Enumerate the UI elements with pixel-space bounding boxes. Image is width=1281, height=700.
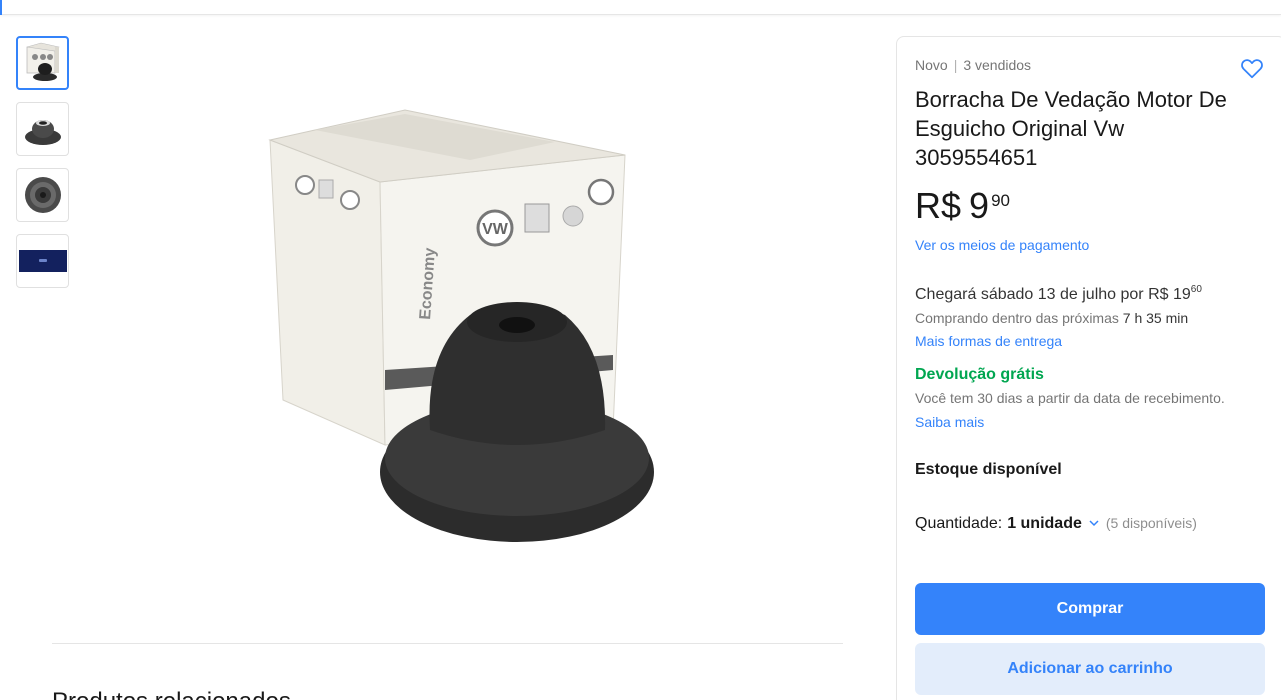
rubber-seal-side-thumbnail-icon bbox=[24, 120, 61, 145]
rubber-seal-top-thumbnail-icon bbox=[24, 177, 61, 213]
shipping-arrival-cents: 60 bbox=[1190, 284, 1202, 295]
shipping-arrival-text: Chegará sábado 13 de julho por R$ 19 bbox=[915, 286, 1191, 303]
shipping-deadline-text: Comprando dentro das próximas bbox=[915, 310, 1119, 326]
price-currency: R$ bbox=[915, 185, 962, 226]
thumbnail-gallery bbox=[16, 36, 71, 300]
content-divider bbox=[52, 643, 843, 644]
condition-and-sales: Novo | 3 vendidos bbox=[915, 57, 1031, 73]
thumbnail-3[interactable] bbox=[16, 168, 69, 222]
free-return-title: Devolução grátis bbox=[915, 366, 1044, 383]
thumbnail-1[interactable] bbox=[16, 36, 69, 90]
learn-more-link[interactable]: Saiba mais bbox=[915, 414, 984, 430]
related-products-title: Produtos relacionados bbox=[52, 688, 291, 700]
shipping-arrival: Chegará sábado 13 de julho por R$ 1960 bbox=[915, 284, 1202, 304]
stock-status: Estoque disponível bbox=[915, 461, 1062, 478]
chevron-down-icon[interactable] bbox=[1088, 517, 1100, 529]
quantity-available: (5 disponíveis) bbox=[1105, 515, 1197, 531]
product-box-thumbnail-icon bbox=[26, 42, 60, 81]
top-header-strip bbox=[0, 0, 1281, 15]
buy-box-panel: Novo | 3 vendidos Borracha De Vedação Moto… bbox=[896, 36, 1281, 700]
quantity-label: Quantidade: bbox=[915, 515, 1003, 532]
price: R$ 9 90 bbox=[915, 185, 1010, 227]
heart-icon bbox=[1241, 59, 1263, 79]
condition-label: Novo bbox=[915, 57, 948, 73]
quantity-selector[interactable]: Quantidade: 1 unidade (5 disponíveis) bbox=[915, 515, 1197, 533]
thumbnail-2[interactable] bbox=[16, 102, 69, 156]
quantity-value[interactable]: 1 unidade bbox=[1007, 515, 1082, 533]
free-return-description: Você tem 30 dias a partir da data de rec… bbox=[915, 390, 1225, 406]
shipping-deadline: Comprando dentro das próximas 7 h 35 min bbox=[915, 310, 1188, 326]
main-product-image[interactable]: VW Economy bbox=[255, 100, 665, 570]
product-title: Borracha De Vedação Motor De Esguicho Or… bbox=[915, 87, 1227, 170]
brand-banner-thumbnail-icon bbox=[18, 250, 67, 272]
payment-methods-link[interactable]: Ver os meios de pagamento bbox=[915, 237, 1089, 253]
header-edge bbox=[0, 0, 2, 15]
add-to-cart-button[interactable]: Adicionar ao carrinho bbox=[915, 643, 1265, 695]
svg-text:VW: VW bbox=[482, 221, 509, 238]
product-photo-icon: VW Economy bbox=[268, 109, 654, 542]
separator: | bbox=[953, 57, 958, 73]
thumbnail-4[interactable] bbox=[16, 234, 69, 288]
price-cents: 90 bbox=[991, 191, 1010, 210]
sold-count: 3 vendidos bbox=[963, 57, 1032, 73]
favorite-heart-icon[interactable] bbox=[1239, 55, 1265, 81]
buy-now-button[interactable]: Comprar bbox=[915, 583, 1265, 635]
more-shipping-options-link[interactable]: Mais formas de entrega bbox=[915, 333, 1062, 349]
shipping-deadline-time: 7 h 35 min bbox=[1122, 310, 1189, 326]
price-integer: 9 bbox=[969, 185, 990, 226]
